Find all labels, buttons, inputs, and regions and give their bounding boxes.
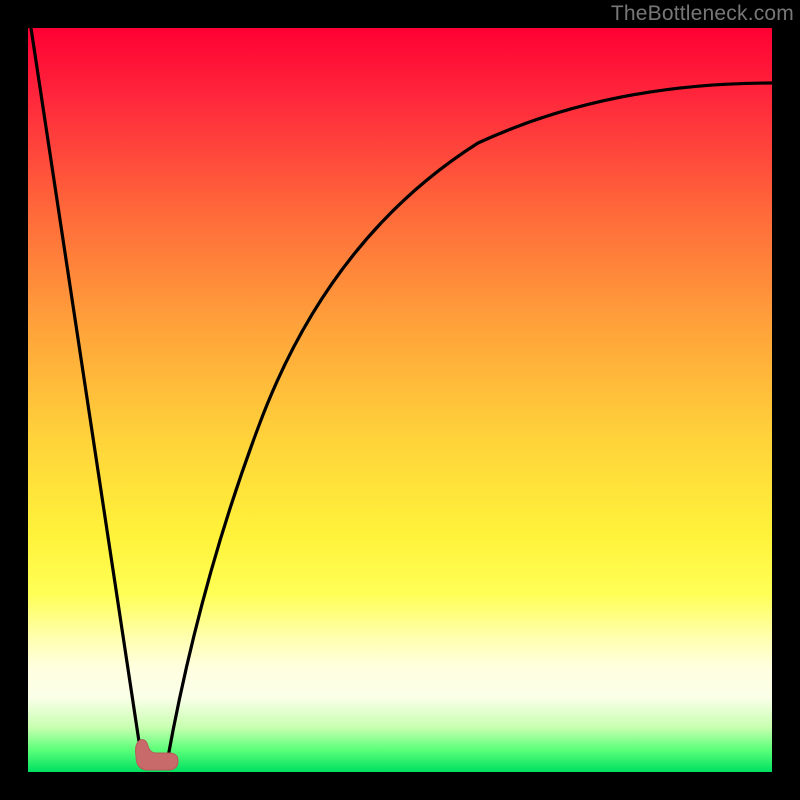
curve-right-branch [166,83,772,768]
curve-left-branch [31,28,143,768]
chart-frame: TheBottleneck.com [0,0,800,800]
watermark-text: TheBottleneck.com [611,2,794,26]
chart-plot-area [28,28,772,772]
chart-curves [28,28,772,772]
